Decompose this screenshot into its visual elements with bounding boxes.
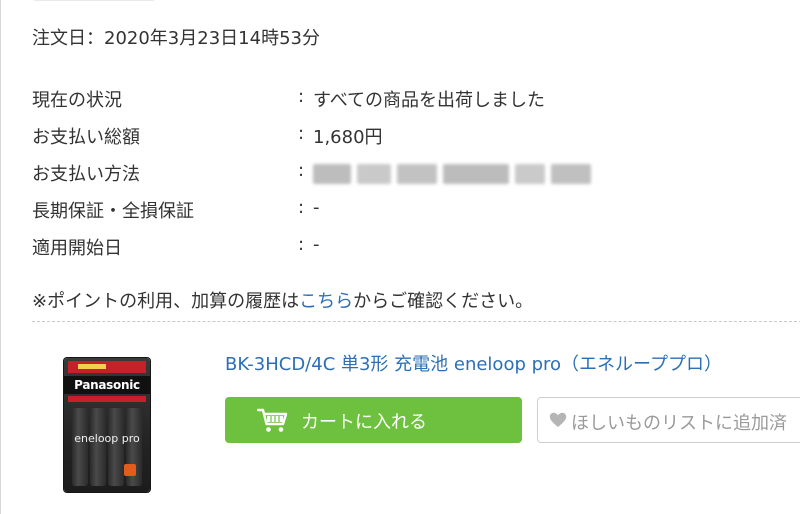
payment-method-label: お支払い方法 — [32, 164, 140, 185]
separator: : — [298, 234, 305, 255]
total-value: 1,680円 — [313, 127, 383, 148]
order-detail-page: 注文日：2020年3月23日14時53分 現在の状況 : すべての商品を出荷しま… — [0, 0, 800, 514]
product-title-link[interactable]: BK-3HCD/4C 単3形 充電池 eneloop pro（エネループプロ） — [225, 350, 722, 376]
order-date: 注文日：2020年3月23日14時53分 — [32, 28, 320, 49]
warranty-value: - — [313, 197, 320, 218]
wishlist-label: ほしいものリストに追加済 — [571, 413, 787, 434]
total-label: お支払い総額 — [32, 127, 140, 148]
status-value: すべての商品を出荷しました — [313, 90, 546, 111]
package-product-line: eneloop pro — [74, 432, 140, 445]
warranty-label: 長期保証・全損保証 — [32, 201, 194, 222]
shopping-cart-icon — [257, 408, 288, 432]
info-row-status: 現在の状況 : すべての商品を出荷しました — [32, 86, 792, 112]
info-row-start-date: 適用開始日 : - — [32, 234, 792, 260]
package-band — [68, 396, 146, 402]
info-row-payment-method: お支払い方法 : — [32, 160, 792, 186]
start-date-value: - — [313, 234, 320, 255]
info-row-warranty: 長期保証・全損保証 : - — [32, 197, 792, 223]
note-prefix: ※ポイントの利用、加算の履歴は — [32, 291, 300, 312]
payment-method-value-redacted — [313, 164, 618, 184]
package-brand: Panasonic — [64, 376, 150, 394]
add-to-cart-label: カートに入れる — [301, 412, 427, 433]
top-edge-fragment — [34, 0, 154, 1]
product-image[interactable]: Panasonic eneloop pro — [64, 358, 150, 492]
dashed-divider — [32, 321, 800, 322]
separator: : — [298, 197, 305, 218]
start-date-label: 適用開始日 — [32, 238, 122, 259]
note-suffix: からご確認ください。 — [353, 291, 534, 312]
package-top-label — [68, 361, 146, 373]
separator: : — [298, 86, 305, 107]
points-history-note: ※ポイントの利用、加算の履歴はこちらからご確認ください。 — [32, 287, 533, 313]
package-sticker — [124, 464, 136, 476]
info-row-total: お支払い総額 : 1,680円 — [32, 123, 792, 149]
points-history-link[interactable]: こちら — [299, 291, 353, 312]
add-to-cart-button[interactable]: カートに入れる — [225, 397, 522, 443]
heart-icon — [549, 412, 567, 427]
separator: : — [298, 123, 305, 144]
separator: : — [298, 160, 305, 181]
wishlist-button[interactable]: ほしいものリストに追加済 — [537, 397, 800, 443]
status-label: 現在の状況 — [32, 90, 122, 111]
